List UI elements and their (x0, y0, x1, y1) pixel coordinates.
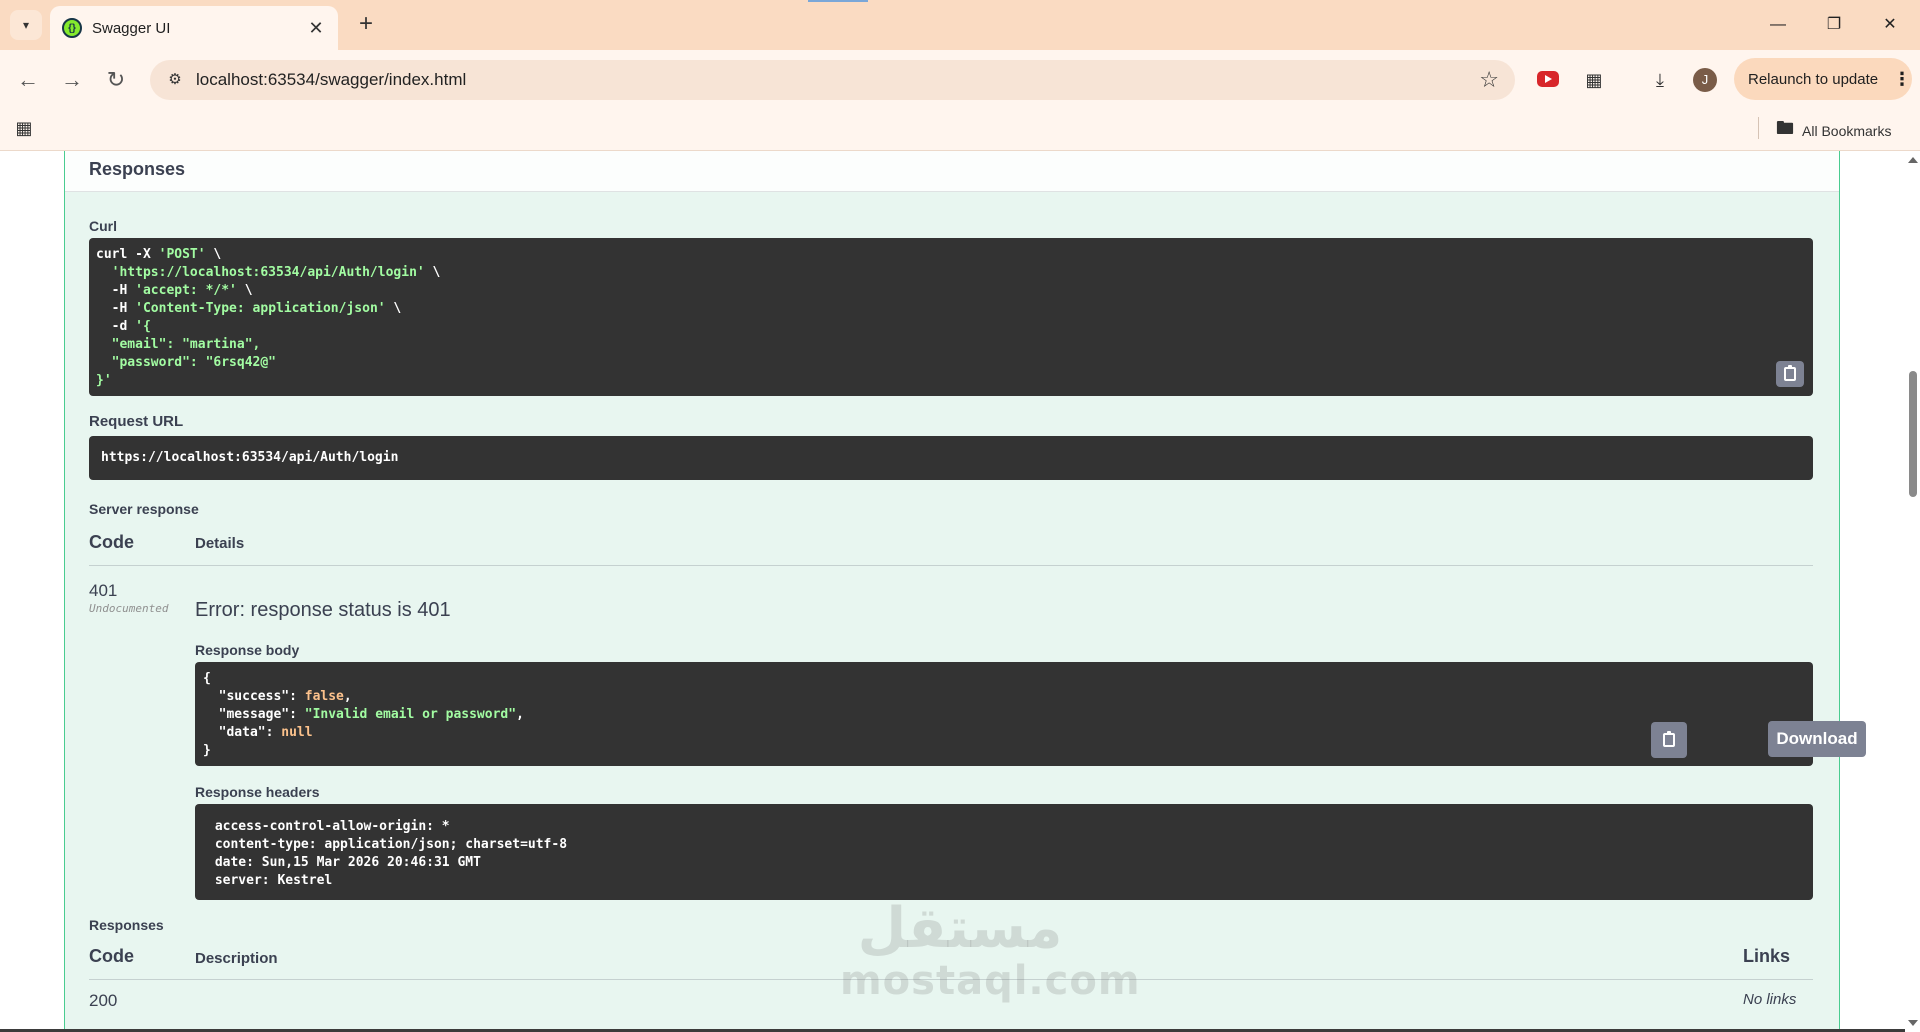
forward-icon[interactable]: → (56, 64, 88, 96)
page-scrollbar[interactable] (1905, 151, 1920, 1032)
back-icon[interactable]: ← (12, 64, 44, 96)
browser-tab[interactable]: {} Swagger UI ✕ (50, 6, 338, 50)
responses-divider (89, 979, 1813, 980)
post-opblock: Responses Curl curl -X 'POST' \ 'https:/… (64, 151, 1866, 1032)
response-body-label: Response body (195, 642, 300, 658)
scroll-down-icon[interactable] (1908, 1020, 1918, 1026)
new-tab-button[interactable]: + (352, 12, 380, 38)
table-divider (89, 565, 1813, 566)
header-line: content-type: application/json; charset=… (207, 837, 575, 852)
status-code: 401 (89, 581, 118, 600)
undocumented-note: Undocumented (89, 602, 169, 615)
all-bookmarks-button[interactable]: 🖿 All Bookmarks (1776, 116, 1891, 146)
server-response-label: Server response (89, 501, 199, 517)
curl-code: curl -X 'POST' \ 'https://localhost:6353… (96, 247, 441, 388)
responses-links-header: Links (1743, 946, 1791, 966)
responses-title: Responses (89, 159, 186, 179)
bookmarks-divider (1758, 117, 1759, 139)
no-links-text: No links (1743, 991, 1797, 1008)
responses-description-header: Description (195, 950, 278, 967)
swagger-page: Responses Curl curl -X 'POST' \ 'https:/… (0, 151, 1905, 1032)
tab-search-icon[interactable]: ▾ (10, 10, 42, 40)
relaunch-label: Relaunch to update (1748, 70, 1879, 88)
download-button[interactable]: Download (1768, 721, 1866, 757)
scroll-thumb[interactable] (1909, 371, 1917, 497)
response-body-block: { "success": false, "message": "Invalid … (195, 662, 1813, 766)
error-message: Error: response status is 401 (195, 599, 451, 621)
tab-close-icon[interactable]: ✕ (304, 18, 328, 39)
restore-button[interactable]: ❐ (1806, 8, 1862, 42)
details-column-header: Details (195, 535, 245, 552)
youtube-icon[interactable] (1537, 71, 1559, 87)
code-column-header: Code (89, 532, 134, 552)
curl-label: Curl (89, 218, 117, 234)
bookmarks-bar: ▦ 🖿 All Bookmarks (0, 108, 1920, 151)
menu-dots-icon[interactable]: ⋮ (1892, 69, 1912, 90)
copy-curl-icon[interactable] (1776, 361, 1804, 387)
close-window-button[interactable]: ✕ (1862, 8, 1918, 42)
responses-label: Responses (89, 917, 164, 933)
download-icon[interactable]: ⤓ (1646, 66, 1674, 94)
swagger-favicon: {} (62, 18, 82, 38)
copy-body-icon[interactable] (1651, 722, 1687, 758)
header-line: server: Kestrel (207, 873, 341, 888)
reload-icon[interactable]: ↻ (100, 64, 132, 96)
tab-strip-accent (808, 0, 868, 2)
url-text[interactable]: localhost:63534/swagger/index.html (196, 70, 466, 90)
response-headers-block: access-control-allow-origin: * content-t… (195, 804, 1813, 900)
curl-code-block: curl -X 'POST' \ 'https://localhost:6353… (89, 238, 1813, 396)
request-url-block: https://localhost:63534/api/Auth/login (89, 436, 1813, 480)
tab-strip: ▾ {} Swagger UI ✕ + — ❐ ✕ (0, 0, 1920, 50)
star-icon[interactable]: ☆ (1479, 67, 1499, 93)
avatar[interactable]: J (1693, 68, 1717, 92)
header-line: access-control-allow-origin: * (207, 819, 458, 834)
browser-toolbar: ← → ↻ ⚙ localhost:63534/swagger/index.ht… (0, 50, 1920, 108)
minimize-button[interactable]: — (1750, 8, 1806, 42)
extensions-icon[interactable]: ▦ (1580, 66, 1608, 94)
apps-grid-icon[interactable]: ▦ (12, 116, 36, 140)
scroll-up-icon[interactable] (1908, 157, 1918, 163)
responses-code-header: Code (89, 946, 134, 966)
response-headers-list: access-control-allow-origin: * content-t… (195, 804, 1813, 904)
response-body: { "success": false, "message": "Invalid … (203, 671, 524, 758)
request-url: https://localhost:63534/api/Auth/login (101, 450, 399, 465)
site-info-icon[interactable]: ⚙ (164, 69, 186, 91)
tab-title: Swagger UI (92, 19, 171, 37)
response-code-200: 200 (89, 991, 118, 1010)
address-bar[interactable]: ⚙ localhost:63534/swagger/index.html ☆ (150, 60, 1515, 100)
response-headers-label: Response headers (195, 784, 320, 800)
header-line: date: Sun,15 Mar 2026 20:46:31 GMT (207, 855, 489, 870)
all-bookmarks-label: All Bookmarks (1802, 123, 1892, 139)
folder-icon: 🖿 (1776, 118, 1794, 138)
relaunch-button[interactable]: Relaunch to update ⋮ (1734, 58, 1912, 100)
responses-header: Responses (65, 151, 1839, 192)
request-url-label: Request URL (89, 413, 184, 430)
